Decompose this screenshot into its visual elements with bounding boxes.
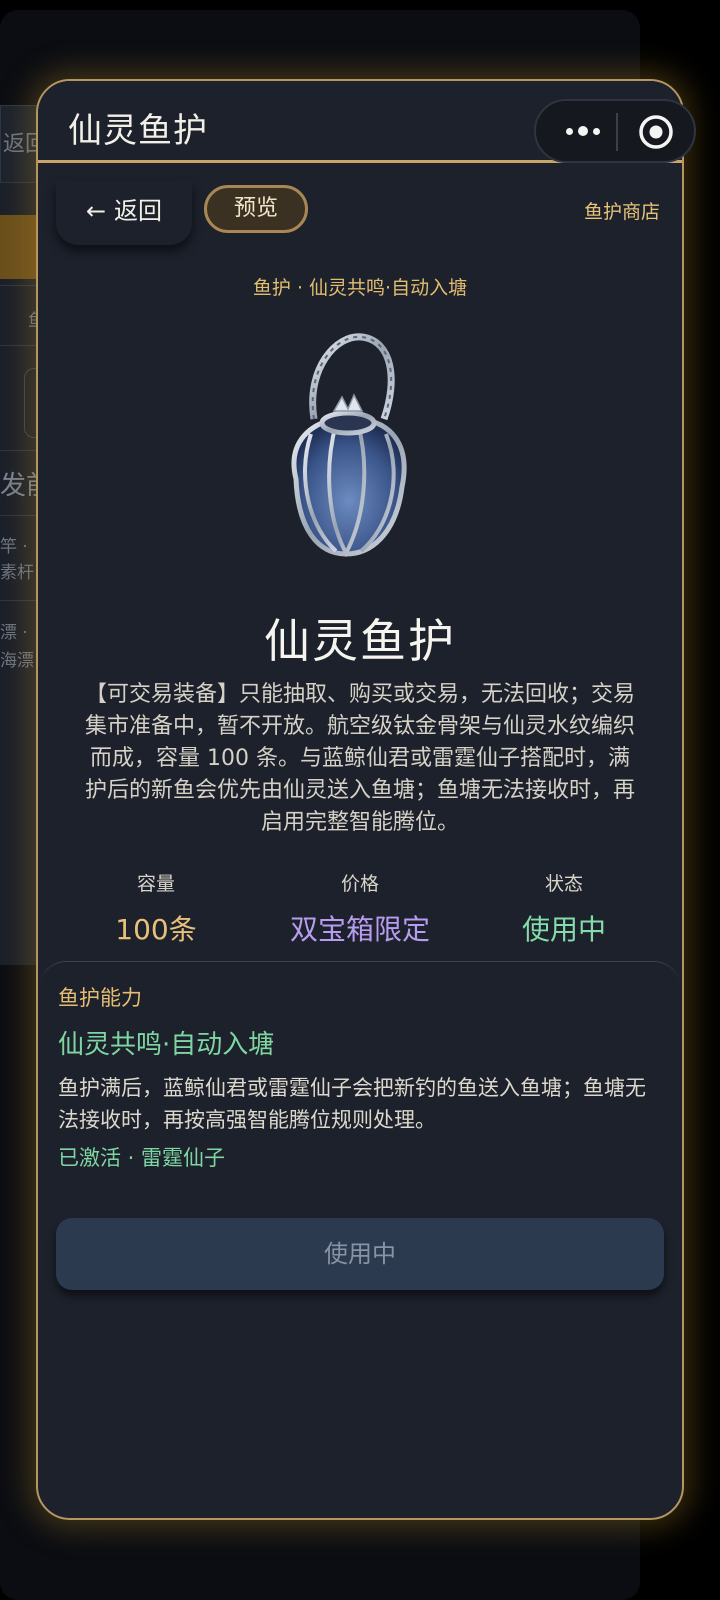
stat-price: 价格 双宝箱限定 — [258, 869, 462, 948]
back-button[interactable]: ← 返回 — [56, 181, 192, 245]
stat-label: 状态 — [544, 873, 583, 895]
in-use-button[interactable]: 使用中 — [56, 1218, 664, 1290]
stat-value: 使用中 — [521, 913, 606, 946]
fish-basket-image — [291, 333, 407, 558]
item-description: 【可交易装备】只能抽取、购买或交易，无法回收；交易集市准备中，暂不开放。航空级钛… — [84, 682, 635, 835]
arrow-left-icon: ← — [85, 197, 107, 225]
item-name: 仙灵鱼护 — [264, 614, 456, 668]
capsule-menu — [534, 99, 696, 163]
target-icon[interactable] — [638, 114, 674, 150]
background-fragment: 海漂 — [0, 651, 34, 671]
ability-heading: 鱼护能力 — [58, 986, 142, 1010]
stat-capacity: 容量 100条 — [54, 869, 258, 948]
item-detail-modal: 仙灵鱼护 ← 返回 预览 鱼护商店 鱼护 · 仙灵共鸣·自动入塘 仙灵鱼护 【可… — [36, 79, 684, 1520]
preview-button[interactable]: 预览 — [204, 185, 308, 233]
ability-description: 鱼护满后，蓝鲸仙君或雷霆仙子会把新钓的鱼送入鱼塘；鱼塘无法接收时，再按高强智能腾… — [58, 1076, 646, 1132]
stat-value: 双宝箱限定 — [289, 913, 430, 946]
capsule-divider — [616, 113, 618, 151]
background-fragment: 发前 — [0, 471, 40, 501]
shop-link[interactable]: 鱼护商店 — [584, 197, 660, 224]
item-stats: 容量 100条 价格 双宝箱限定 状态 使用中 — [54, 869, 666, 949]
background-fragment: 漂 · — [0, 623, 28, 643]
ability-name: 仙灵共鸣·自动入塘 — [58, 1030, 275, 1060]
stat-value: 100条 — [115, 913, 197, 946]
stat-status: 状态 使用中 — [462, 869, 666, 948]
stat-label: 容量 — [136, 873, 175, 895]
background-fragment: 竿 · — [0, 537, 28, 557]
stat-label: 价格 — [340, 873, 379, 895]
background-fragment: 素杆 — [0, 563, 34, 583]
back-button-label: 返回 — [114, 197, 163, 225]
page-title: 仙灵鱼护 — [68, 111, 208, 151]
item-subtitle: 鱼护 · 仙灵共鸣·自动入塘 — [252, 277, 468, 299]
more-dots-icon[interactable] — [556, 115, 610, 147]
ability-status: 已激活 · 雷霆仙子 — [58, 1146, 226, 1170]
